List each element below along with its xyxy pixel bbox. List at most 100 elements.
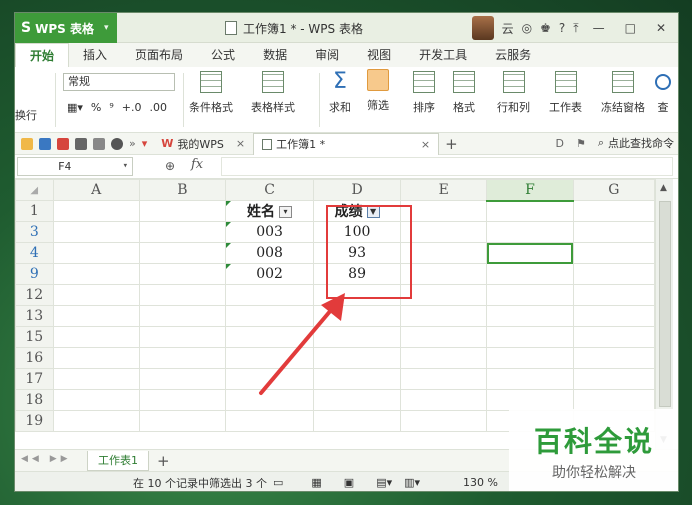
cell[interactable] (572, 263, 655, 285)
cell[interactable] (400, 410, 488, 432)
sort-button[interactable]: 排序 (413, 71, 435, 115)
close-tab-icon[interactable]: × (421, 138, 430, 151)
scroll-thumb[interactable] (659, 201, 671, 407)
cell[interactable] (138, 200, 227, 222)
tab-data[interactable]: 数据 (249, 43, 301, 67)
format-button[interactable]: 格式 (453, 71, 475, 115)
cell[interactable] (486, 284, 574, 306)
column-header-selected[interactable]: F (486, 179, 574, 202)
row-header[interactable]: 16 (15, 347, 54, 369)
collapse-ribbon-icon[interactable]: ⤒ (573, 21, 578, 36)
tab-cloud[interactable]: 云服务 (481, 43, 545, 67)
sheet-tab-1[interactable]: 工作表1 (87, 450, 149, 471)
tab-formulas[interactable]: 公式 (197, 43, 249, 67)
tab-home[interactable]: 开始 (15, 43, 70, 67)
user-name[interactable]: 云 (502, 20, 514, 37)
zoom-level[interactable]: 130 % (463, 476, 498, 489)
tab-my-wps[interactable]: W 我的WPS × (153, 133, 253, 155)
tab-page-layout[interactable]: 页面布局 (121, 43, 197, 67)
cell[interactable] (486, 326, 574, 348)
row-header[interactable]: 15 (15, 326, 54, 348)
wrap-text-button[interactable]: 换行 (15, 107, 37, 123)
cell[interactable] (400, 368, 488, 390)
export-pdf-icon[interactable] (57, 137, 69, 150)
cell-score[interactable] (313, 410, 402, 432)
print-preview-icon[interactable] (93, 137, 105, 150)
column-header[interactable]: D (313, 179, 402, 201)
column-header[interactable]: C (225, 179, 315, 201)
column-header[interactable]: E (400, 179, 488, 201)
cell[interactable] (486, 368, 574, 390)
more-icon[interactable]: » (129, 137, 136, 150)
formula-input[interactable] (221, 157, 673, 176)
currency-icon[interactable]: ▦▾ (67, 101, 83, 114)
cell[interactable] (52, 305, 140, 327)
scroll-up-icon[interactable]: ▲ (660, 183, 667, 193)
cell-name[interactable] (225, 410, 315, 432)
freeze-panes-button[interactable]: 冻结窗格 (601, 71, 645, 115)
cell[interactable] (400, 347, 488, 369)
cell[interactable] (486, 347, 574, 369)
row-header[interactable]: 17 (15, 368, 54, 390)
cell[interactable] (572, 389, 655, 411)
help-icon[interactable]: ? (559, 21, 565, 35)
number-format-select[interactable]: 常规 (63, 73, 175, 91)
tab-review[interactable]: 审阅 (301, 43, 353, 67)
cell[interactable] (52, 326, 140, 348)
tab-view[interactable]: 视图 (353, 43, 405, 67)
cell[interactable] (52, 200, 140, 222)
tab-workbook1[interactable]: 工作簿1 * × (253, 132, 440, 155)
cell[interactable] (138, 305, 227, 327)
cell[interactable] (572, 368, 655, 390)
cell[interactable] (486, 305, 574, 327)
app-menu-button[interactable]: S WPS 表格 ▾ (15, 13, 117, 43)
shirt-icon[interactable]: ♚ (540, 21, 551, 35)
cell[interactable] (400, 263, 488, 285)
cell-name[interactable]: 003 (225, 221, 315, 243)
cell[interactable] (52, 242, 140, 264)
page-layout-view-icon[interactable]: ▤▾ (376, 476, 392, 489)
cell[interactable] (138, 221, 227, 243)
cell[interactable] (400, 326, 488, 348)
fx-label[interactable]: fx (191, 157, 203, 172)
selected-cell[interactable] (486, 242, 574, 264)
avatar[interactable] (471, 16, 494, 40)
cell[interactable] (486, 263, 574, 285)
comma-button[interactable]: ⁹ (109, 101, 113, 114)
open-icon[interactable] (21, 137, 33, 150)
column-header[interactable]: G (572, 179, 655, 201)
undo-icon[interactable] (111, 137, 123, 150)
sum-button[interactable]: Σ 求和 (329, 71, 351, 115)
command-search[interactable]: D ⚑ ⌕ 点此查找命令 (555, 135, 674, 151)
rows-cols-button[interactable]: 行和列 (497, 71, 530, 115)
conditional-format-button[interactable]: 条件格式 (189, 71, 233, 115)
new-tab-button[interactable]: + (445, 135, 458, 153)
cell[interactable] (572, 221, 655, 243)
filter-button[interactable]: 筛选 (367, 69, 389, 113)
worksheet-button[interactable]: 工作表 (549, 71, 582, 115)
zoom-search-icon[interactable]: ⊕ (165, 159, 175, 173)
row-header[interactable]: 4 (15, 242, 54, 264)
reading-view-icon[interactable]: ▥▾ (404, 476, 420, 489)
macro-icon[interactable]: ▭ (273, 476, 283, 489)
row-header[interactable]: 3 (15, 221, 54, 243)
cell[interactable] (572, 347, 655, 369)
row-header[interactable]: 12 (15, 284, 54, 306)
close-button[interactable]: ✕ (650, 21, 672, 35)
close-tab-icon[interactable]: × (236, 137, 245, 150)
cell[interactable] (572, 284, 655, 306)
cell[interactable] (52, 284, 140, 306)
find-button[interactable]: 查 (655, 71, 671, 115)
cell[interactable] (138, 242, 227, 264)
select-all-corner[interactable]: ◢ (15, 179, 54, 201)
cell[interactable] (52, 221, 140, 243)
cell[interactable] (52, 368, 140, 390)
cell[interactable] (400, 389, 488, 411)
normal-view-icon[interactable]: ▦ (311, 476, 321, 489)
share-icon[interactable]: ⚑ (576, 137, 586, 150)
cell[interactable] (572, 305, 655, 327)
row-header[interactable]: 19 (15, 410, 54, 432)
cell[interactable] (486, 200, 574, 222)
column-header[interactable]: A (52, 179, 140, 201)
tab-insert[interactable]: 插入 (69, 43, 121, 67)
